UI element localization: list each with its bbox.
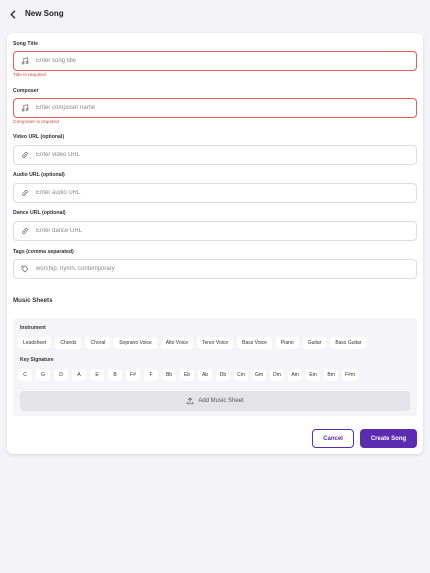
chevron-left-icon <box>10 9 16 19</box>
composer-field[interactable] <box>13 98 417 118</box>
instrument-chip[interactable]: Bass Guitar <box>330 337 367 349</box>
add-music-sheet-button[interactable]: Add Music Sheet <box>20 391 410 411</box>
dance-url-input[interactable] <box>36 228 416 234</box>
key-chip[interactable]: Eb <box>180 369 194 381</box>
instrument-chip[interactable]: Guitar <box>302 337 327 349</box>
app-header: New Song <box>0 0 430 30</box>
song-form-card: Song Title Title is required Composer Co… <box>7 33 423 454</box>
song-title-label: Song Title <box>13 41 38 47</box>
key-signature-label: Key Signature <box>20 357 54 363</box>
song-title-field[interactable] <box>13 51 417 71</box>
key-chip[interactable]: Ab <box>198 369 212 381</box>
key-chip[interactable]: Am <box>288 369 303 381</box>
key-chip-row: C G D A E B F# F Bb Eb Ab Db Cm Gm Dm Am Em Bm F#m <box>18 369 413 381</box>
instrument-chip[interactable]: Bass Voice <box>237 337 272 349</box>
instrument-chip-row: Leadsheet Chords Choral Soprano Voice Alto V… <box>18 337 413 349</box>
upload-icon <box>187 397 194 405</box>
key-chip[interactable]: Gm <box>252 369 267 381</box>
video-url-input[interactable] <box>36 152 416 158</box>
instrument-chip[interactable]: Alto Voice <box>160 337 193 349</box>
cancel-button[interactable]: Cancel <box>312 429 354 448</box>
dance-url-label: Dance URL (optional) <box>13 210 66 216</box>
tags-input[interactable] <box>36 266 416 272</box>
back-button[interactable] <box>6 6 20 22</box>
instrument-chip[interactable]: Leadsheet <box>18 337 52 349</box>
instrument-chip[interactable]: Soprano Voice <box>114 337 157 349</box>
composer-label: Composer <box>13 88 39 94</box>
key-chip[interactable]: E <box>90 369 104 381</box>
key-chip[interactable]: B <box>108 369 122 381</box>
audio-url-label: Audio URL (optional) <box>13 172 65 178</box>
tags-label: Tags (comma separated) <box>13 249 74 255</box>
key-chip[interactable]: Db <box>216 369 230 381</box>
music-sheet-panel: Instrument Leadsheet Chords Choral Soprano … <box>13 318 417 416</box>
add-music-sheet-label: Add Music Sheet <box>198 398 244 404</box>
key-chip[interactable]: Bb <box>162 369 176 381</box>
key-chip[interactable]: D <box>54 369 68 381</box>
link-icon <box>14 151 36 159</box>
key-chip[interactable]: A <box>72 369 86 381</box>
tag-icon <box>14 265 36 273</box>
dance-url-field[interactable] <box>13 221 417 241</box>
instrument-chip[interactable]: Piano <box>275 337 299 349</box>
key-chip[interactable]: F# <box>126 369 140 381</box>
instrument-chip[interactable]: Chords <box>55 337 82 349</box>
key-chip[interactable]: C <box>18 369 32 381</box>
instrument-chip[interactable]: Tenor Voice <box>197 337 234 349</box>
instrument-chip[interactable]: Choral <box>85 337 111 349</box>
composer-input[interactable] <box>36 105 416 111</box>
key-chip[interactable]: G <box>36 369 50 381</box>
composer-error: Composer is required <box>13 120 59 125</box>
song-title-input[interactable] <box>36 58 416 64</box>
video-url-label: Video URL (optional) <box>13 134 65 140</box>
song-title-error: Title is required <box>13 73 46 78</box>
music-note-icon <box>14 57 36 65</box>
tags-field[interactable] <box>13 259 417 279</box>
key-chip[interactable]: Bm <box>324 369 339 381</box>
key-chip[interactable]: F#m <box>342 369 359 381</box>
music-note-icon <box>14 104 36 112</box>
audio-url-field[interactable] <box>13 183 417 203</box>
instrument-label: Instrument <box>20 325 46 331</box>
audio-url-input[interactable] <box>36 190 416 196</box>
video-url-field[interactable] <box>13 145 417 165</box>
link-icon <box>14 227 36 235</box>
key-chip[interactable]: F <box>144 369 158 381</box>
key-chip[interactable]: Dm <box>270 369 285 381</box>
key-chip[interactable]: Cm <box>234 369 248 381</box>
key-chip[interactable]: Em <box>306 369 321 381</box>
link-icon <box>14 189 36 197</box>
page-title: New Song <box>25 9 64 18</box>
music-sheets-title: Music Sheets <box>13 297 53 304</box>
create-song-button[interactable]: Create Song <box>360 429 417 448</box>
